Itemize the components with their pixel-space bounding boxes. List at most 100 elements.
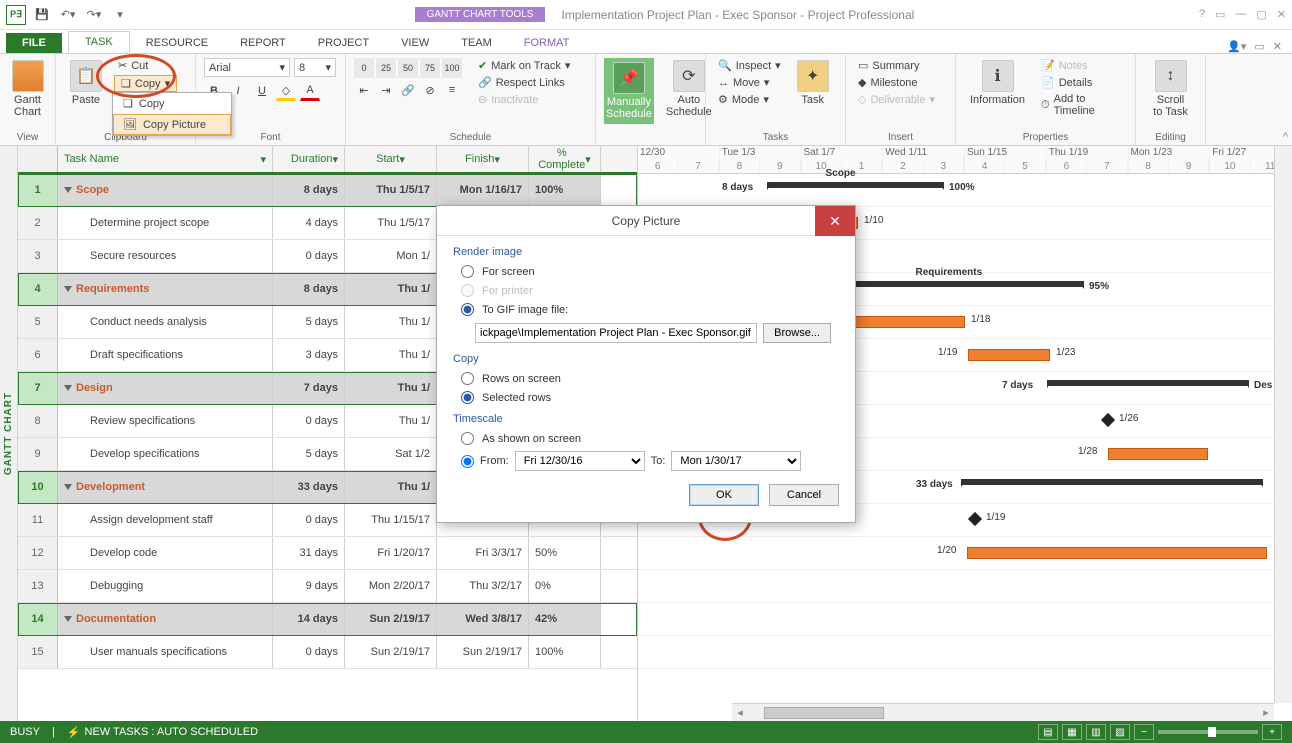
cell-start[interactable]: Thu 1/5/17 — [345, 207, 437, 239]
collapse-icon[interactable] — [64, 187, 72, 193]
cell-duration[interactable]: 31 days — [273, 537, 345, 569]
table-row[interactable]: 15User manuals specifications0 daysSun 2… — [18, 636, 637, 669]
task-bar[interactable] — [967, 547, 1267, 559]
close-icon[interactable]: ✕ — [1277, 8, 1286, 21]
table-row[interactable]: 1Scope8 daysThu 1/5/17Mon 1/16/17100% — [18, 174, 637, 207]
col-pct[interactable]: % Complete ▾ — [529, 146, 601, 172]
row-num[interactable]: 2 — [18, 207, 58, 239]
qat-dropdown-icon[interactable]: ▾ — [110, 5, 130, 25]
timeline-hscroll[interactable]: ◂ ▸ — [732, 703, 1274, 721]
col-taskname[interactable]: Task Name▾ — [58, 146, 273, 172]
cell-duration[interactable]: 0 days — [273, 504, 345, 536]
cancel-button[interactable]: Cancel — [769, 484, 839, 506]
milestone-marker[interactable] — [968, 512, 982, 526]
cell-name[interactable]: Draft specifications — [58, 339, 273, 371]
col-duration[interactable]: Duration ▾ — [273, 146, 345, 172]
zoom-out-icon[interactable]: − — [1134, 724, 1154, 740]
cell-duration[interactable]: 0 days — [273, 240, 345, 272]
zoom-slider[interactable] — [1158, 730, 1258, 734]
gantt-chart-button[interactable]: Gantt Chart — [8, 58, 47, 120]
font-color-button[interactable]: A — [300, 81, 320, 101]
cell-start[interactable]: Mon 1/ — [345, 240, 437, 272]
scroll-left-icon[interactable]: ◂ — [732, 705, 748, 721]
cell-duration[interactable]: 0 days — [273, 636, 345, 668]
cut-button[interactable]: ✂Cut — [114, 58, 177, 73]
pct-25-button[interactable]: 25 — [376, 58, 396, 78]
summary-bar[interactable] — [962, 479, 1262, 485]
cell-duration[interactable]: 5 days — [273, 306, 345, 338]
rows-on-screen-radio[interactable] — [461, 372, 474, 385]
row-num[interactable]: 6 — [18, 339, 58, 371]
cell-start[interactable]: Sat 1/2 — [345, 438, 437, 470]
cell-start[interactable]: Thu 1/ — [345, 405, 437, 437]
ribbon-minimize-icon[interactable]: ▭ — [1215, 8, 1225, 21]
view-cal-icon[interactable]: ▥ — [1086, 724, 1106, 740]
from-date-select[interactable]: Fri 12/30/16 — [515, 451, 645, 471]
scroll-right-icon[interactable]: ▸ — [1258, 705, 1274, 721]
cell-duration[interactable]: 0 days — [273, 405, 345, 437]
row-num[interactable]: 9 — [18, 438, 58, 470]
view-gantt-icon[interactable]: ▤ — [1038, 724, 1058, 740]
cell-pct[interactable]: 0% — [529, 570, 601, 602]
tab-team[interactable]: TEAM — [445, 33, 508, 53]
cell-pct[interactable]: 50% — [529, 537, 601, 569]
zoom-in-icon[interactable]: + — [1262, 724, 1282, 740]
row-num[interactable]: 3 — [18, 240, 58, 272]
cell-start[interactable]: Thu 1/ — [345, 372, 437, 404]
view-network-icon[interactable]: ▨ — [1110, 724, 1130, 740]
tab-resource[interactable]: RESOURCE — [130, 33, 224, 53]
summary-bar[interactable] — [1048, 380, 1248, 386]
cell-pct[interactable]: 42% — [529, 603, 601, 635]
cell-name[interactable]: Develop specifications — [58, 438, 273, 470]
vertical-scrollbar[interactable] — [1274, 146, 1292, 703]
cell-start[interactable]: Thu 1/ — [345, 339, 437, 371]
minimize-icon[interactable]: — — [1235, 8, 1246, 21]
cell-duration[interactable]: 8 days — [273, 174, 345, 206]
row-num[interactable]: 5 — [18, 306, 58, 338]
cell-duration[interactable]: 9 days — [273, 570, 345, 602]
from-radio[interactable] — [461, 455, 474, 468]
cell-name[interactable]: Conduct needs analysis — [58, 306, 273, 338]
collapse-icon[interactable] — [64, 385, 72, 391]
gif-path-input[interactable] — [475, 323, 757, 343]
cell-start[interactable]: Thu 1/ — [345, 471, 437, 503]
cell-name[interactable]: Debugging — [58, 570, 273, 602]
as-shown-radio[interactable] — [461, 432, 474, 445]
cell-finish[interactable]: Sun 2/19/17 — [437, 636, 529, 668]
row-num[interactable]: 10 — [18, 471, 58, 503]
dialog-close-button[interactable]: ✕ — [815, 206, 855, 236]
cell-name[interactable]: Requirements — [58, 273, 273, 305]
respect-links-button[interactable]: 🔗Respect Links — [474, 75, 574, 90]
row-num[interactable]: 11 — [18, 504, 58, 536]
indent-button[interactable]: ⇥ — [376, 80, 396, 100]
cell-duration[interactable]: 5 days — [273, 438, 345, 470]
tab-view[interactable]: VIEW — [385, 33, 445, 53]
row-num[interactable]: 7 — [18, 372, 58, 404]
chevron-down-icon[interactable]: ▾ — [260, 153, 266, 166]
cell-finish[interactable]: Wed 3/8/17 — [437, 603, 529, 635]
information-button[interactable]: ℹ Information — [964, 58, 1031, 108]
unlink-button[interactable]: ⊘ — [420, 80, 440, 100]
tab-project[interactable]: PROJECT — [302, 33, 385, 53]
cell-start[interactable]: Sun 2/19/17 — [345, 636, 437, 668]
row-num[interactable]: 14 — [18, 603, 58, 635]
scroll-to-task-button[interactable]: ↕ Scroll to Task — [1144, 58, 1197, 120]
row-num[interactable]: 8 — [18, 405, 58, 437]
help-icon[interactable]: ? — [1199, 8, 1205, 21]
cell-start[interactable]: Thu 1/15/17 — [345, 504, 437, 536]
pct-50-button[interactable]: 50 — [398, 58, 418, 78]
task-button[interactable]: ✦ Task — [791, 58, 835, 108]
cell-finish[interactable]: Fri 3/3/17 — [437, 537, 529, 569]
cell-start[interactable]: Thu 1/ — [345, 273, 437, 305]
cell-name[interactable]: Design — [58, 372, 273, 404]
milestone-marker[interactable] — [1101, 413, 1115, 427]
to-date-select[interactable]: Mon 1/30/17 — [671, 451, 801, 471]
tab-task[interactable]: TASK — [68, 31, 130, 53]
move-button[interactable]: ↔Move ▾ — [714, 75, 785, 90]
table-row[interactable]: 13Debugging9 daysMon 2/20/17Thu 3/2/170% — [18, 570, 637, 603]
redo-icon[interactable]: ↷▾ — [84, 5, 104, 25]
cell-duration[interactable]: 7 days — [273, 372, 345, 404]
mark-on-track-button[interactable]: ✔Mark on Track ▾ — [474, 58, 574, 73]
to-gif-radio[interactable] — [461, 303, 474, 316]
cell-start[interactable]: Sun 2/19/17 — [345, 603, 437, 635]
